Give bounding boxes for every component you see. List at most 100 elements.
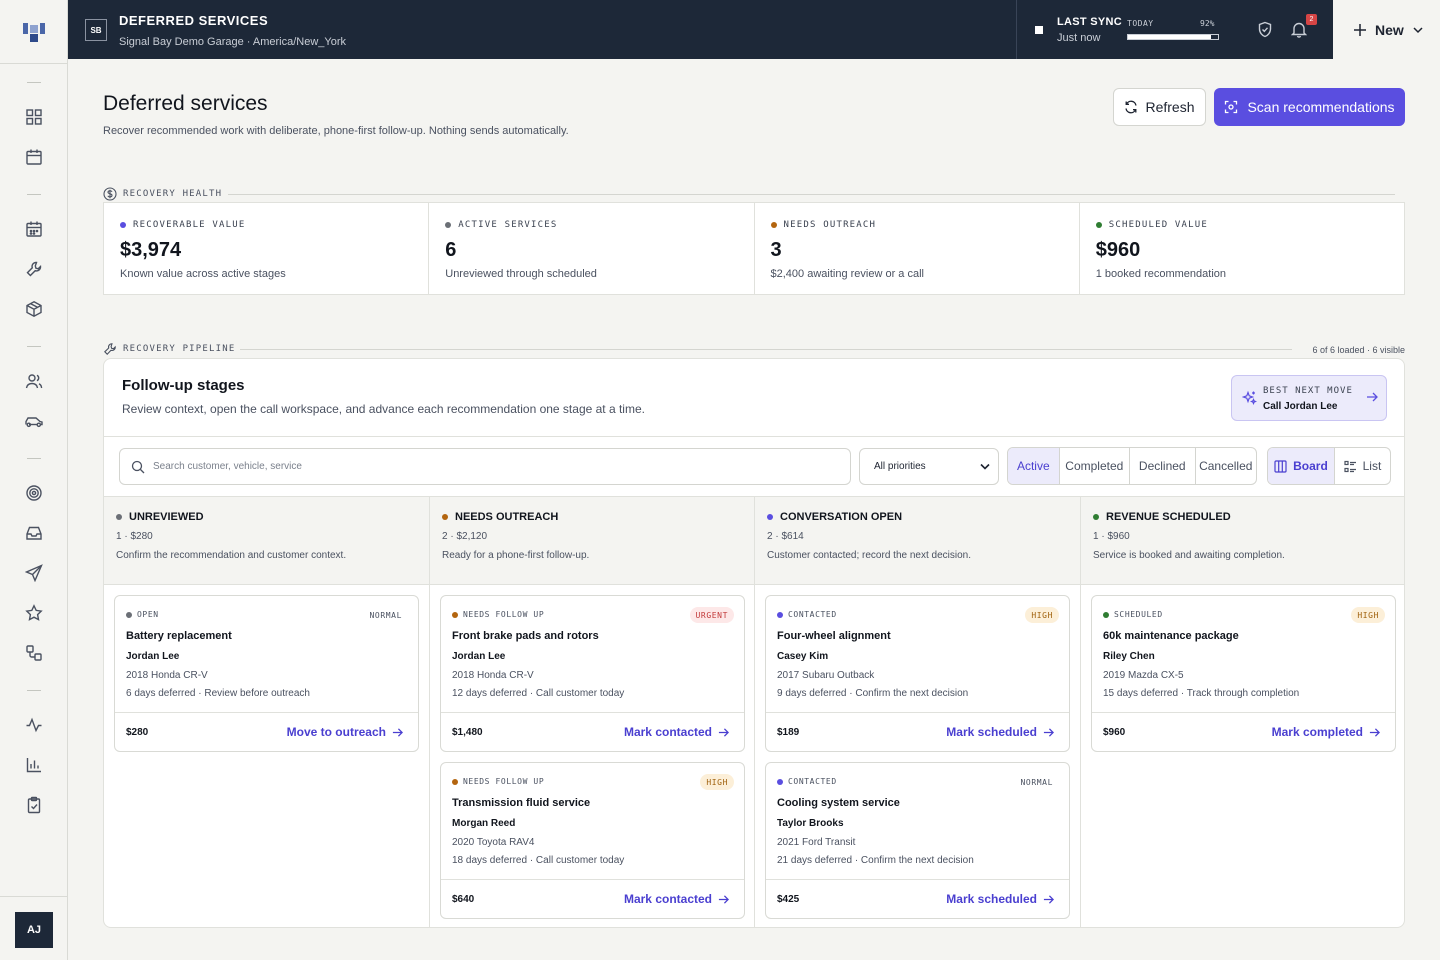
- wrench-icon[interactable]: [22, 257, 46, 281]
- card-value: $1,480: [452, 727, 483, 738]
- activity-icon[interactable]: [22, 713, 46, 737]
- users-icon[interactable]: [22, 369, 46, 393]
- column-description: Ready for a phone-first follow-up.: [442, 550, 590, 561]
- card-value: $960: [1103, 727, 1126, 738]
- section-label: RECOVERY HEALTH: [123, 189, 223, 199]
- metric-value: $3,974: [120, 239, 182, 261]
- list-icon: [1344, 460, 1357, 473]
- card-title: Cooling system service: [777, 797, 900, 809]
- metric-card: SCHEDULED VALUE $960 1 booked recommendati…: [1080, 203, 1404, 294]
- card-status-text: OPEN: [137, 610, 159, 619]
- recommendation-card[interactable]: NEEDS FOLLOW UP URGENT Front brake pads an…: [440, 595, 745, 752]
- tab-list-view[interactable]: List: [1335, 448, 1390, 484]
- tab-active[interactable]: Active: [1008, 448, 1060, 484]
- card-footer: $960 Mark completed: [1092, 712, 1395, 752]
- card-action-label: Mark scheduled: [946, 725, 1037, 739]
- status-dot: [126, 611, 132, 618]
- card-customer: Riley Chen: [1103, 651, 1155, 662]
- star-icon[interactable]: [22, 601, 46, 625]
- card-action-label: Move to outreach: [286, 725, 386, 739]
- view-toggle: Board List: [1267, 447, 1391, 485]
- status-tabs: Active Completed Declined Cancelled: [1007, 447, 1257, 485]
- metric-note: Unreviewed through scheduled: [445, 268, 597, 280]
- recommendation-card[interactable]: OPEN NORMAL Battery replacement Jordan Lee 2…: [114, 595, 419, 752]
- clipboard-check-icon[interactable]: [22, 793, 46, 817]
- metric-label-text: RECOVERABLE VALUE: [133, 220, 246, 230]
- card-action-button[interactable]: Move to outreach: [287, 725, 403, 739]
- status-dot: [770, 222, 777, 228]
- refresh-button[interactable]: Refresh: [1113, 88, 1206, 126]
- inbox-icon[interactable]: [22, 521, 46, 545]
- card-footer: $425 Mark scheduled: [766, 879, 1069, 919]
- tab-completed[interactable]: Completed: [1060, 448, 1131, 484]
- status-dot: [1095, 222, 1102, 228]
- priority-select[interactable]: All priorities: [859, 448, 999, 485]
- best-next-move-button[interactable]: BEST NEXT MOVE Call Jordan Lee: [1231, 375, 1387, 421]
- car-icon[interactable]: [22, 409, 46, 433]
- metric-label: RECOVERABLE VALUE: [120, 220, 412, 230]
- page-title: Deferred services: [103, 92, 268, 115]
- card-action-button[interactable]: Mark scheduled: [946, 892, 1054, 906]
- workflow-icon[interactable]: [22, 641, 46, 665]
- card-title: 60k maintenance package: [1103, 630, 1239, 642]
- loaded-count: 6 of 6 loaded · 6 visible: [1312, 345, 1405, 355]
- bar-chart-icon[interactable]: [22, 753, 46, 777]
- card-action-button[interactable]: Mark contacted: [624, 892, 729, 906]
- column-body: NEEDS FOLLOW UP URGENT Front brake pads an…: [430, 585, 755, 927]
- shield-icon[interactable]: [1257, 21, 1273, 38]
- recovery-pipeline-heading: RECOVERY PIPELINE: [103, 342, 236, 356]
- card-action-button[interactable]: Mark completed: [1272, 725, 1380, 739]
- nav-divider: [27, 690, 41, 691]
- status-dot: [777, 778, 783, 785]
- recommendation-card[interactable]: CONTACTED HIGH Four-wheel alignment Casey K…: [765, 595, 1070, 752]
- tab-board-view[interactable]: Board: [1268, 448, 1335, 484]
- user-menu: AJ: [0, 896, 68, 960]
- grid-icon[interactable]: [22, 105, 46, 129]
- scan-recommendations-button[interactable]: Scan recommendations: [1214, 88, 1405, 126]
- status-dot: [445, 222, 452, 228]
- card-customer: Morgan Reed: [452, 818, 516, 829]
- arrow-right-icon: [1369, 727, 1380, 738]
- card-note: 9 days deferred · Confirm the next decis…: [777, 688, 969, 699]
- column-title-text: REVENUE SCHEDULED: [1106, 511, 1231, 523]
- new-button[interactable]: New: [1333, 0, 1440, 59]
- card-status-text: CONTACTED: [788, 610, 837, 619]
- calendar-icon[interactable]: [22, 145, 46, 169]
- nav-divider: [27, 194, 41, 195]
- column-title: NEEDS OUTREACH: [442, 511, 742, 523]
- priority-select-value: All priorities: [874, 461, 926, 472]
- recommendation-card[interactable]: SCHEDULED HIGH 60k maintenance package Rile…: [1091, 595, 1396, 752]
- card-action-label: Mark contacted: [623, 725, 712, 739]
- tab-declined[interactable]: Declined: [1130, 448, 1196, 484]
- search-field[interactable]: [119, 448, 851, 485]
- card-note: 21 days deferred · Confirm the next deci…: [777, 855, 974, 866]
- brand-logo[interactable]: [0, 0, 68, 64]
- recommendation-card[interactable]: NEEDS FOLLOW UP HIGH Transmission fluid se…: [440, 762, 745, 919]
- avatar[interactable]: AJ: [15, 912, 53, 948]
- column-description: Confirm the recommendation and customer …: [116, 550, 347, 561]
- box-icon[interactable]: [22, 297, 46, 321]
- card-footer: $189 Mark scheduled: [766, 712, 1069, 752]
- card-action-button[interactable]: Mark scheduled: [946, 725, 1054, 739]
- bell-icon[interactable]: [1291, 21, 1307, 38]
- card-status: SCHEDULED: [1103, 610, 1163, 619]
- card-vehicle: 2021 Ford Transit: [777, 837, 856, 848]
- tab-cancelled[interactable]: Cancelled: [1196, 448, 1257, 484]
- card-note: 6 days deferred · Review before outreach: [126, 688, 310, 699]
- recommendation-card[interactable]: CONTACTED NORMAL Cooling system service Tay…: [765, 762, 1070, 919]
- calendar-grid-icon[interactable]: [22, 217, 46, 241]
- send-icon[interactable]: [22, 561, 46, 585]
- status-dot: [120, 222, 126, 228]
- sync-subtitle: Just now: [1057, 32, 1101, 44]
- target-icon[interactable]: [22, 481, 46, 505]
- card-value: $640: [452, 894, 475, 905]
- arrow-right-icon: [718, 894, 729, 905]
- arrow-right-icon: [392, 727, 403, 738]
- card-status: CONTACTED: [777, 777, 837, 786]
- recovery-health-heading: RECOVERY HEALTH: [103, 187, 222, 201]
- search-input[interactable]: [153, 461, 803, 472]
- card-action-button[interactable]: Mark contacted: [624, 725, 729, 739]
- card-note: 18 days deferred · Call customer today: [452, 855, 625, 866]
- scan-icon: [1224, 100, 1238, 114]
- garage-badge: SB: [85, 19, 107, 41]
